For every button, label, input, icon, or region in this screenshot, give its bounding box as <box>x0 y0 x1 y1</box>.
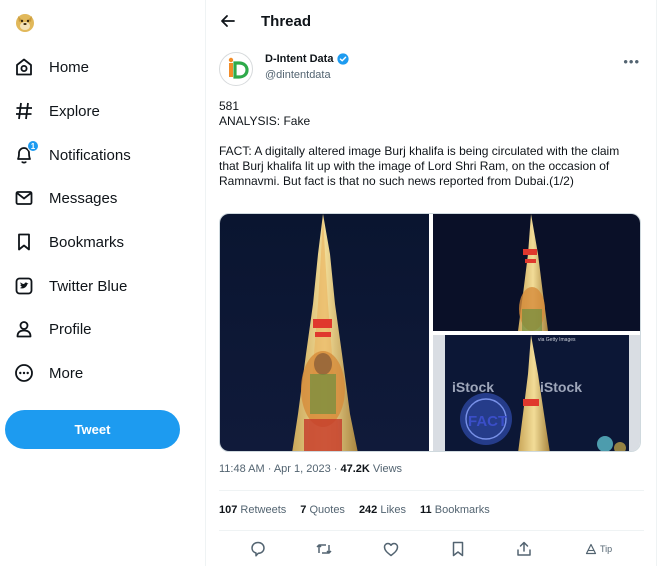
tip-label: Tip <box>600 544 613 554</box>
home-icon <box>12 55 36 79</box>
nav-notifications[interactable]: 1 Notifications <box>12 135 131 175</box>
istock-watermark: iStock <box>540 379 582 395</box>
fact-stamp-text: FACT <box>468 413 507 430</box>
like-heart-icon[interactable] <box>382 540 400 558</box>
nav-label-explore: Explore <box>49 102 100 120</box>
share-icon[interactable] <box>515 540 533 558</box>
tweet-media-grid[interactable]: via Getty Images FACT iStock iStock <box>219 213 641 452</box>
sidebar: Home Explore 1 Notifications Messages Bo… <box>0 0 198 566</box>
tweet-text: 581 ANALYSIS: Fake FACT: A digitally alt… <box>219 99 639 189</box>
tweet-line: 581 <box>219 99 240 113</box>
doge-logo-icon[interactable] <box>14 11 36 33</box>
author-handle[interactable]: @dintentdata <box>265 69 331 81</box>
tweet-line-gap <box>219 129 639 144</box>
nav-home[interactable]: Home <box>12 47 89 87</box>
author-name-row[interactable]: D-Intent Data <box>265 53 350 65</box>
tweet-timestamp[interactable]: 11:48 AM · Apr 1, 2023 · <box>219 463 340 475</box>
media-image-1[interactable] <box>220 214 429 452</box>
reply-icon[interactable] <box>249 540 267 558</box>
divider <box>219 530 644 531</box>
nav-label-profile: Profile <box>49 320 92 338</box>
nav-label-twitter-blue: Twitter Blue <box>49 277 128 295</box>
nav-twitter-blue[interactable]: Twitter Blue <box>12 266 127 306</box>
tweet-line: ANALYSIS: Fake <box>219 114 311 128</box>
divider <box>219 490 644 491</box>
nav-label-notifications: Notifications <box>49 146 131 164</box>
likes-stat[interactable]: 242 Likes <box>359 504 406 516</box>
nav-label-messages: Messages <box>49 189 118 207</box>
nav-label-home: Home <box>49 58 90 76</box>
views-label: Views <box>369 463 403 475</box>
more-circle-icon <box>12 361 36 385</box>
nav-more[interactable]: More <box>12 353 83 393</box>
tweet-line: FACT: A digitally altered image Burj kha… <box>219 144 620 188</box>
tweet-meta: 11:48 AM · Apr 1, 2023 · 47.2K Views <box>219 463 402 475</box>
back-arrow-icon[interactable] <box>218 11 238 31</box>
author-name[interactable]: D-Intent Data <box>265 53 333 65</box>
retweet-icon[interactable] <box>315 540 333 558</box>
retweets-stat[interactable]: 107 Retweets <box>219 504 286 516</box>
thread-header: Thread <box>206 0 658 44</box>
tweet-button[interactable]: Tweet <box>5 410 180 449</box>
main-column: Thread D-Intent Data @dintentdata ••• 58… <box>205 0 657 566</box>
bookmark-icon <box>12 230 36 254</box>
nav-profile[interactable]: Profile <box>12 309 92 349</box>
more-options-icon[interactable]: ••• <box>623 54 640 69</box>
nav-explore[interactable]: Explore <box>12 91 100 131</box>
bell-icon: 1 <box>12 140 39 167</box>
tweet-media-svg: via Getty Images FACT iStock iStock <box>220 214 641 452</box>
nav-label-bookmarks: Bookmarks <box>49 233 125 251</box>
notification-badge: 1 <box>27 140 39 152</box>
media-image-3[interactable]: via Getty Images FACT iStock iStock <box>433 335 641 452</box>
bookmarks-stat[interactable]: 11 Bookmarks <box>420 504 490 516</box>
avatar[interactable] <box>219 52 253 86</box>
page-title: Thread <box>261 13 312 30</box>
person-icon <box>12 317 36 341</box>
hashtag-icon <box>12 99 36 123</box>
nav-messages[interactable]: Messages <box>12 178 117 218</box>
twitter-blue-icon <box>12 274 36 298</box>
nav-bookmarks[interactable]: Bookmarks <box>12 222 124 262</box>
tweet-stats: 107 Retweets 7 Quotes 242 Likes 11 Bookm… <box>219 504 490 516</box>
envelope-icon <box>12 186 36 210</box>
istock-watermark: iStock <box>452 379 494 395</box>
nav-label-more: More <box>49 364 84 382</box>
tweet-actions: Tip <box>219 540 644 560</box>
verified-badge-icon <box>337 53 350 65</box>
watermark-text: via Getty Images <box>538 337 576 343</box>
tip-button[interactable]: Tip <box>585 540 612 558</box>
quotes-stat[interactable]: 7 Quotes <box>300 504 345 516</box>
tip-icon <box>585 543 597 555</box>
bookmark-action-icon[interactable] <box>449 540 467 558</box>
media-image-2[interactable] <box>433 214 641 331</box>
views-count: 47.2K <box>340 463 370 475</box>
